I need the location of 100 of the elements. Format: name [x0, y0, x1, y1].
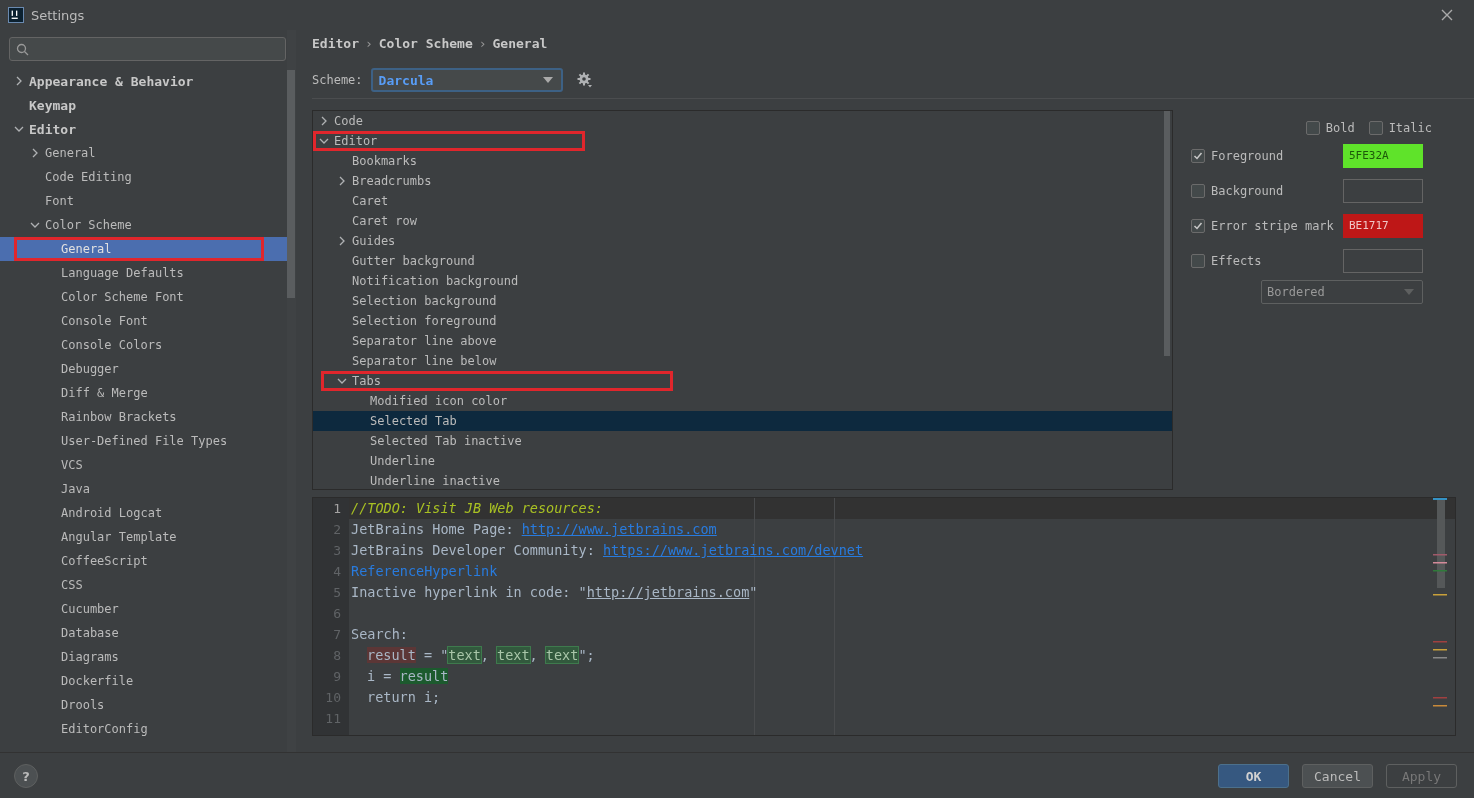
- chevron-down-icon[interactable]: [337, 376, 347, 386]
- tree-item[interactable]: Selected Tab: [313, 411, 1172, 431]
- sidebar-item[interactable]: Console Font: [0, 309, 287, 333]
- dialog-button[interactable]: Cancel: [1302, 764, 1373, 788]
- app-logo-icon: [8, 7, 24, 23]
- code-line: //TODO: Visit JB Web resources:: [350, 499, 603, 518]
- sidebar-item[interactable]: Drools: [0, 693, 287, 717]
- color-swatch[interactable]: [1343, 178, 1423, 203]
- window-title: Settings: [31, 7, 86, 23]
- breadcrumb-separator: ›: [478, 35, 487, 51]
- scheme-label: Scheme:: [312, 73, 363, 87]
- code-line: Inactive hyperlink in code: "http://jetbrains.com": [350, 583, 758, 602]
- line-number: 1: [332, 500, 342, 518]
- checkbox[interactable]: [1305, 121, 1320, 135]
- sidebar-item[interactable]: CoffeeScript: [0, 549, 287, 573]
- checkbox-label: Italic: [1388, 121, 1432, 135]
- dialog-button[interactable]: OK: [1218, 764, 1289, 788]
- tree-item[interactable]: Code: [313, 111, 1172, 131]
- scheme-dropdown[interactable]: Darcula: [370, 68, 563, 92]
- tree-item[interactable]: Selection foreground: [313, 311, 1172, 331]
- breadcrumb-item: General: [492, 35, 548, 51]
- sidebar-item[interactable]: Database: [0, 621, 287, 645]
- sidebar-item[interactable]: EditorConfig: [0, 717, 287, 741]
- sidebar-item[interactable]: Cucumber: [0, 597, 287, 621]
- tree-item[interactable]: Separator line above: [313, 331, 1172, 351]
- sidebar-item[interactable]: Diff & Merge: [0, 381, 287, 405]
- tree-item[interactable]: Notification background: [313, 271, 1172, 291]
- sidebar-item[interactable]: General: [0, 237, 287, 261]
- sidebar-item[interactable]: CSS: [0, 573, 287, 597]
- tree-item[interactable]: Selected Tab inactive: [313, 431, 1172, 451]
- tree-item[interactable]: Selection background: [313, 291, 1172, 311]
- checkbox[interactable]: [1191, 148, 1205, 163]
- sidebar-item[interactable]: Language Defaults: [0, 261, 287, 285]
- tree-item[interactable]: Guides: [313, 231, 1172, 251]
- sidebar-item[interactable]: Angular Template: [0, 525, 287, 549]
- chevron-down-icon[interactable]: [319, 136, 329, 146]
- code-line: JetBrains Developer Community: https://www.jetbrains.com/devnet: [350, 541, 864, 560]
- tree-item[interactable]: Separator line below: [313, 351, 1172, 371]
- chevron-down-icon[interactable]: [14, 124, 24, 134]
- sidebar-item[interactable]: Appearance & Behavior: [0, 69, 287, 93]
- sidebar-item[interactable]: Java: [0, 477, 287, 501]
- sidebar-item[interactable]: Diagrams: [0, 645, 287, 669]
- sidebar-item[interactable]: Font: [0, 189, 287, 213]
- dropdown-arrow-icon: [542, 77, 553, 83]
- checkbox[interactable]: [1191, 183, 1205, 198]
- sidebar-item[interactable]: Color Scheme Font: [0, 285, 287, 309]
- chevron-right-icon[interactable]: [337, 236, 347, 246]
- chevron-right-icon[interactable]: [337, 176, 347, 186]
- sidebar-item[interactable]: User-Defined File Types: [0, 429, 287, 453]
- sidebar-item[interactable]: Android Logcat: [0, 501, 287, 525]
- breadcrumb-item[interactable]: Editor: [312, 35, 359, 51]
- checkbox[interactable]: [1368, 121, 1383, 135]
- settings-icon[interactable]: [576, 72, 593, 88]
- tree-item[interactable]: Editor: [313, 131, 1172, 151]
- code-line: Search:: [350, 625, 408, 644]
- chevron-right-icon[interactable]: [30, 148, 40, 158]
- tree-item[interactable]: Gutter background: [313, 251, 1172, 271]
- checkbox[interactable]: [1191, 218, 1205, 233]
- tree-item[interactable]: Bookmarks: [313, 151, 1172, 171]
- sidebar-item[interactable]: Color Scheme: [0, 213, 287, 237]
- color-swatch[interactable]: [1343, 248, 1423, 273]
- sidebar-item[interactable]: Keymap: [0, 93, 287, 117]
- tree-item[interactable]: Caret row: [313, 211, 1172, 231]
- tree-item[interactable]: Tabs: [313, 371, 1172, 391]
- color-swatch[interactable]: 5FE32A: [1343, 143, 1423, 168]
- sidebar-item[interactable]: Console Colors: [0, 333, 287, 357]
- search-field[interactable]: [9, 37, 286, 61]
- sidebar-item[interactable]: Editor: [0, 117, 287, 141]
- checkbox-label: Foreground: [1211, 148, 1284, 163]
- sidebar-item[interactable]: Debugger: [0, 357, 287, 381]
- scrollbar-thumb[interactable]: [1164, 111, 1170, 356]
- sidebar-item[interactable]: Rainbow Brackets: [0, 405, 287, 429]
- sidebar-item[interactable]: Code Editing: [0, 165, 287, 189]
- tree-item[interactable]: Underline inactive: [313, 471, 1172, 489]
- tree-item[interactable]: Modified icon color: [313, 391, 1172, 411]
- dropdown-arrow-icon: [1404, 289, 1414, 295]
- code-line: ReferenceHyperlink: [350, 562, 498, 581]
- close-icon[interactable]: [1440, 8, 1454, 22]
- tree-item[interactable]: Caret: [313, 191, 1172, 211]
- scrollbar-thumb[interactable]: [287, 70, 295, 298]
- color-swatch[interactable]: BE1717: [1343, 213, 1423, 238]
- code-line: result = "text, text, text";: [366, 646, 595, 665]
- breadcrumb-item[interactable]: Color Scheme: [378, 35, 473, 51]
- code-line: return i;: [366, 688, 441, 707]
- help-button[interactable]: ?: [14, 764, 38, 788]
- checkbox[interactable]: [1191, 253, 1205, 268]
- sidebar-item[interactable]: Dockerfile: [0, 669, 287, 693]
- tree-item[interactable]: Underline: [313, 451, 1172, 471]
- checkbox-label: Error stripe mark: [1211, 218, 1334, 233]
- code-line: i = result: [366, 667, 449, 686]
- checkbox-label: Background: [1211, 183, 1284, 198]
- chevron-right-icon[interactable]: [319, 116, 329, 126]
- search-icon: [16, 42, 29, 56]
- tree-item[interactable]: Breadcrumbs: [313, 171, 1172, 191]
- sidebar-item[interactable]: VCS: [0, 453, 287, 477]
- checkbox-label: Bold: [1325, 121, 1355, 135]
- sidebar-item[interactable]: General: [0, 141, 287, 165]
- chevron-down-icon[interactable]: [30, 220, 40, 230]
- chevron-right-icon[interactable]: [14, 76, 24, 86]
- checkbox-label: Effects: [1211, 253, 1262, 268]
